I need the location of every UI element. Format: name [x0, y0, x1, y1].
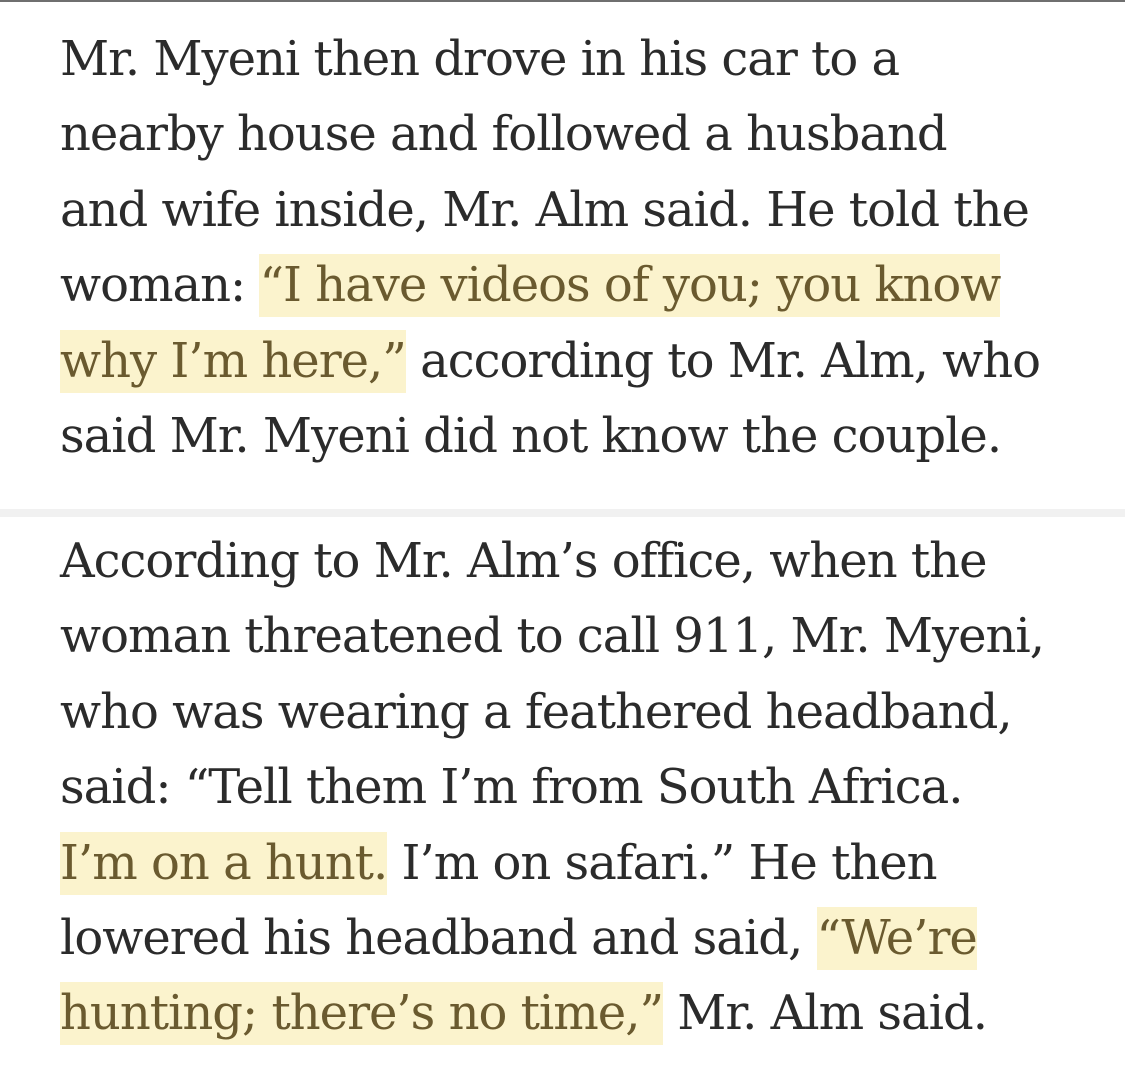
- text-line: woman threatened to call 911, Mr. Myeni,: [60, 599, 1070, 674]
- text-segment: Mr. Myeni then drove in his car to a: [60, 31, 900, 87]
- highlighted-quote[interactable]: hunting; there’s no time,”: [60, 982, 664, 1046]
- text-line: Mr. Myeni then drove in his car to a: [60, 22, 1070, 97]
- text-segment: Mr. Alm said.: [663, 985, 988, 1042]
- text-segment: and wife inside, Mr. Alm said. He told t…: [60, 181, 1030, 238]
- text-line: said: “Tell them I’m from South Africa.: [60, 750, 1070, 825]
- text-segment: I’m on safari.” He then: [387, 834, 937, 891]
- article-paragraph-1: Mr. Myeni then drove in his car to a nea…: [60, 22, 1070, 474]
- text-segment: said Mr. Myeni did not know the couple.: [60, 407, 1002, 464]
- article-paragraph-2: According to Mr. Alm’s office, when the …: [60, 524, 1070, 1052]
- highlighted-quote[interactable]: “I have videos of you; you know: [259, 254, 1001, 318]
- text-line: and wife inside, Mr. Alm said. He told t…: [60, 173, 1070, 248]
- highlighted-quote[interactable]: why I’m here,”: [60, 329, 407, 393]
- text-line: lowered his headband and said, “We’re: [60, 901, 1070, 976]
- text-line: woman: “I have videos of you; you know: [60, 248, 1070, 323]
- text-segment: according to Mr. Alm, who: [405, 332, 1041, 389]
- text-line: hunting; there’s no time,” Mr. Alm said.: [60, 976, 1070, 1051]
- highlighted-quote[interactable]: “We’re: [816, 906, 978, 970]
- text-segment: said: “Tell them I’m from South Africa.: [60, 759, 964, 816]
- text-segment: nearby house and followed a husband: [60, 106, 948, 163]
- text-line: nearby house and followed a husband: [60, 97, 1070, 172]
- text-segment: lowered his headband and said,: [60, 909, 817, 966]
- text-line: I’m on a hunt. I’m on safari.” He then: [60, 826, 1070, 901]
- text-segment: woman:: [60, 257, 260, 314]
- text-line: According to Mr. Alm’s office, when the: [60, 524, 1070, 599]
- text-line: said Mr. Myeni did not know the couple.: [60, 399, 1070, 474]
- text-segment: According to Mr. Alm’s office, when the: [60, 533, 987, 589]
- paragraph-divider: [0, 509, 1125, 517]
- highlighted-quote[interactable]: I’m on a hunt.: [60, 831, 388, 895]
- text-segment: woman threatened to call 911, Mr. Myeni,: [60, 608, 1045, 665]
- text-line: why I’m here,” according to Mr. Alm, who: [60, 324, 1070, 399]
- text-segment: who was wearing a feathered headband,: [60, 683, 1013, 740]
- top-border: [0, 0, 1125, 2]
- text-line: who was wearing a feathered headband,: [60, 675, 1070, 750]
